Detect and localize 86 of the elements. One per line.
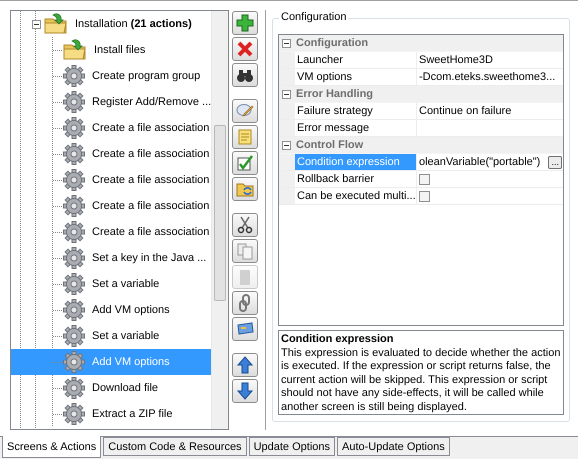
copy-icon	[236, 242, 254, 260]
tree-item[interactable]: Create a file association	[11, 167, 211, 193]
collapse-toggle[interactable]	[282, 90, 291, 98]
close-icon	[236, 40, 254, 58]
tree-item[interactable]: Set a variable	[11, 271, 211, 297]
tree-item[interactable]: Set a variable	[11, 323, 211, 349]
gear-icon	[63, 65, 85, 87]
plus-icon	[236, 14, 254, 32]
tree-item[interactable]: Register Add/Remove ...	[11, 89, 211, 115]
property-name[interactable]: Launcher	[295, 52, 417, 68]
checkbox[interactable]	[419, 174, 430, 184]
gear-icon	[63, 221, 85, 243]
scrollbar-thumb[interactable]	[214, 125, 226, 301]
category-row[interactable]: Error Handling	[279, 86, 563, 103]
collapse-toggle[interactable]	[282, 38, 291, 48]
property-name[interactable]: VM options	[295, 69, 417, 85]
gear-icon	[63, 273, 85, 295]
collapse-toggle[interactable]	[32, 20, 41, 28]
tab[interactable]: Custom Code & Resources	[103, 437, 247, 456]
collapse-toggle[interactable]	[282, 140, 291, 150]
checkmark-icon	[236, 154, 254, 172]
folder-icon	[63, 39, 87, 61]
arrow-down-icon	[236, 382, 254, 400]
note-button[interactable]	[232, 125, 258, 149]
delete-button[interactable]	[232, 37, 258, 61]
value-field[interactable]	[417, 120, 563, 136]
note-icon	[236, 128, 254, 146]
tree-item[interactable]: Create a file association	[11, 141, 211, 167]
description-text: This expression is evaluated to decide whether the action is executed. If the expression or script returns false, the current action will be skipped. This expression or script should not have any side-effects, it will be called while another screen is still being displayed.	[281, 346, 561, 414]
tab[interactable]: Update Options	[248, 437, 335, 456]
gear-icon	[63, 247, 85, 269]
tab[interactable]: Auto-Update Options	[337, 437, 450, 456]
browse-button[interactable]: ...	[548, 156, 562, 168]
gear-icon	[63, 143, 85, 165]
card-button[interactable]	[232, 317, 258, 341]
gear-icon	[63, 91, 85, 113]
gear-icon	[63, 299, 85, 321]
value-field[interactable]: SweetHome3D	[417, 52, 563, 68]
add-button[interactable]	[232, 11, 258, 35]
property-name[interactable]: Rollback barrier	[295, 171, 417, 187]
property-name[interactable]: Failure strategy	[295, 103, 417, 119]
down-button[interactable]	[232, 379, 258, 403]
value-field[interactable]: Continue on failure	[417, 103, 563, 119]
category-name: Control Flow	[296, 139, 364, 151]
tab[interactable]: Screens & Actions	[2, 436, 102, 458]
folder-icon	[44, 13, 68, 35]
tree-item[interactable]: Installation (21 actions)	[11, 11, 211, 37]
tree-item[interactable]: Add VM options	[11, 297, 211, 323]
tree-item[interactable]: Install files	[11, 37, 211, 63]
gear-icon	[63, 195, 85, 217]
gear-icon	[63, 351, 85, 373]
scissors-icon	[236, 216, 254, 234]
link-button[interactable]	[232, 291, 258, 315]
tree-item[interactable]: Create a file association	[11, 115, 211, 141]
category-row[interactable]: Control Flow	[279, 137, 563, 154]
scrollbar[interactable]	[211, 11, 228, 429]
category-name: Error Handling	[296, 88, 374, 100]
property-name[interactable]: Error message	[295, 120, 417, 136]
tree-item[interactable]: Create a file association	[11, 219, 211, 245]
gear-icon	[63, 169, 85, 191]
gear-icon	[63, 403, 85, 425]
folder-button[interactable]	[232, 177, 258, 201]
arrow-up-icon	[236, 356, 254, 374]
value-field[interactable]: -Dcom.eteks.sweethome3...	[417, 69, 563, 85]
checkbox[interactable]	[419, 190, 430, 202]
group-title: Configuration	[279, 11, 348, 23]
tree-item[interactable]: Set a key in the Java ...	[11, 245, 211, 271]
check-button[interactable]	[232, 151, 258, 175]
description-title: Condition expression	[281, 333, 394, 346]
comment-button[interactable]	[232, 99, 258, 123]
value-field[interactable]	[417, 188, 563, 204]
up-button[interactable]	[232, 353, 258, 377]
tree-item[interactable]: Download file	[11, 375, 211, 401]
tree-item[interactable]: Create a file association	[11, 193, 211, 219]
category-name: Configuration	[296, 37, 368, 49]
gear-icon	[63, 117, 85, 139]
category-row[interactable]: Configuration	[279, 35, 563, 52]
tree-item[interactable]: Extract a ZIP file	[11, 401, 211, 427]
property-name[interactable]: Can be executed multi...	[295, 188, 417, 204]
gear-icon	[63, 325, 85, 347]
value-field[interactable]: oleanVariable("portable") ...	[417, 154, 563, 170]
gear-icon	[63, 377, 85, 399]
tree-item[interactable]: Create program group	[11, 63, 211, 89]
find-button[interactable]	[232, 63, 258, 87]
cut-button[interactable]	[232, 213, 258, 237]
value-field[interactable]	[417, 171, 563, 187]
